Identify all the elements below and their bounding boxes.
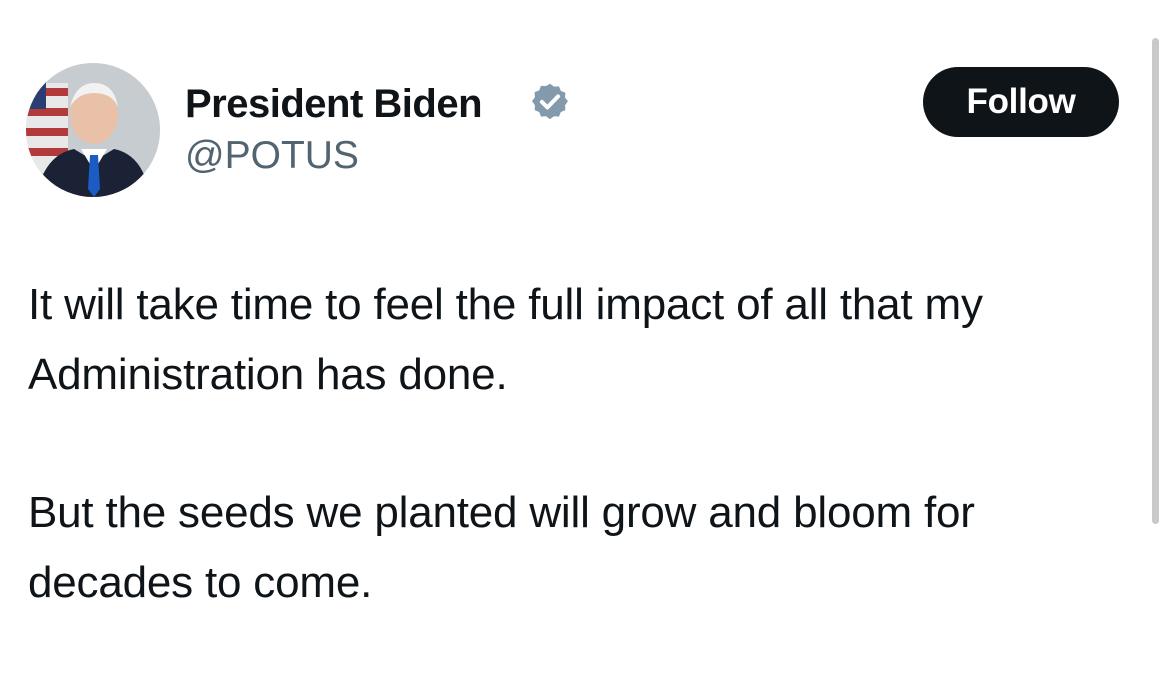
avatar-image [26, 63, 160, 197]
avatar[interactable] [26, 63, 160, 197]
tweet-card: President Biden @POTUS Follow It will ta… [0, 0, 1170, 682]
user-handle[interactable]: @POTUS [185, 133, 359, 179]
display-name[interactable]: President Biden [185, 80, 483, 128]
tweet-paragraph: But the seeds we planted will grow and b… [28, 488, 975, 607]
follow-button[interactable]: Follow [923, 67, 1119, 137]
verified-badge-icon [528, 81, 572, 125]
tweet-paragraph: It will take time to feel the full impac… [28, 280, 983, 399]
scrollbar[interactable] [1152, 38, 1159, 524]
